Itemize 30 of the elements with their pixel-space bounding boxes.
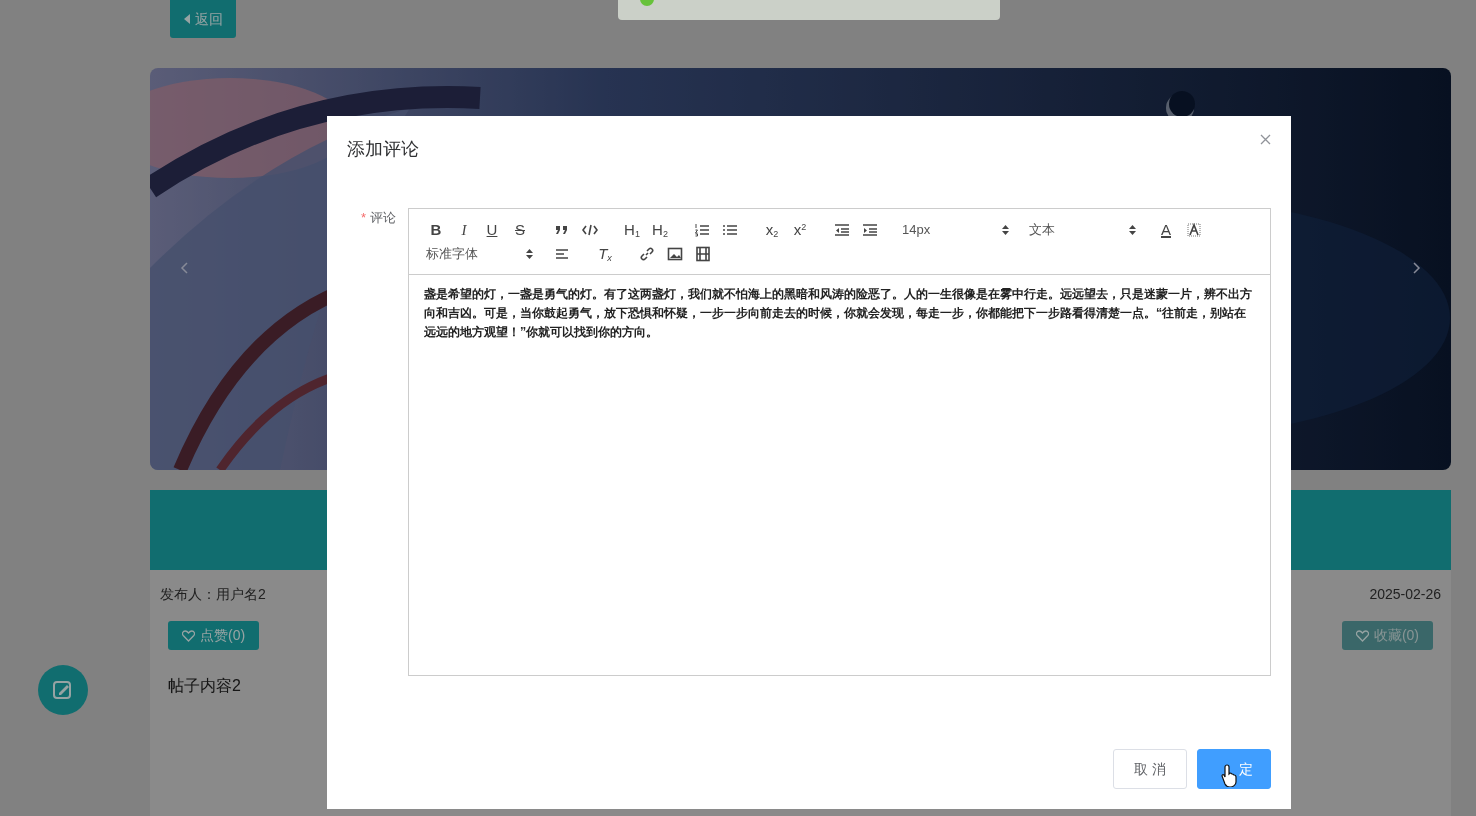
sort-caret-icon [1129, 225, 1136, 235]
dropdown[interactable]: 14px [898, 218, 1011, 242]
underline-button[interactable]: U [478, 218, 506, 242]
format-button[interactable]: H$_{2}$ [646, 218, 674, 242]
format-button[interactable]: H$_{1}$ [618, 218, 646, 242]
close-icon[interactable] [1260, 134, 1271, 145]
comment-text: 盏是希望的灯，一盏是勇气的灯。有了这两盏灯，我们就不怕海上的黑暗和风涛的险恶了。人的一生很像是在雾中行走。远远望去，只是迷蒙一片，辨不出方向和吉凶。可是，当你鼓起勇气，放下恐惧和怀疑，一步一步向前走去的时候，你就会发现，每走一步，你都能把下一步路看得清楚一点。“往前走，别站在远远的地方观望！”你就可以找到你的方向。 [423, 286, 1253, 341]
rich-text-editor[interactable] [408, 208, 1271, 676]
sort-caret-icon [1002, 225, 1009, 235]
text-color-button[interactable]: A [1152, 218, 1180, 242]
heart-icon [182, 629, 195, 642]
cancel-button[interactable]: 取 消 [1113, 749, 1187, 789]
heart-icon [1355, 629, 1369, 642]
field-label: 评论 [370, 210, 396, 225]
bold-button[interactable]: B [422, 218, 450, 242]
post-content: 帖子内容2 [168, 677, 241, 694]
date-text: 2025-02-26 [1369, 585, 1441, 604]
required-mark: * [360, 210, 366, 225]
format-button[interactable]: x$_{2}$ [758, 218, 786, 242]
dropdown[interactable]: 标准字体 [422, 242, 535, 266]
chevron-right-icon[interactable] [1413, 262, 1421, 274]
dropdown[interactable]: 文本 [1025, 218, 1138, 242]
strikethrough-button[interactable]: S [506, 218, 534, 242]
format-button[interactable]: x$^{2}$ [786, 218, 814, 242]
dialog-title: 添加评论 [347, 138, 419, 161]
author-text: 发布人：用户名2 [160, 585, 266, 604]
clear-format-button[interactable]: T$_{x}$ [591, 242, 619, 266]
italic-button[interactable]: I [450, 218, 478, 242]
sort-caret-icon [526, 249, 533, 259]
caret-left-icon [183, 14, 190, 24]
